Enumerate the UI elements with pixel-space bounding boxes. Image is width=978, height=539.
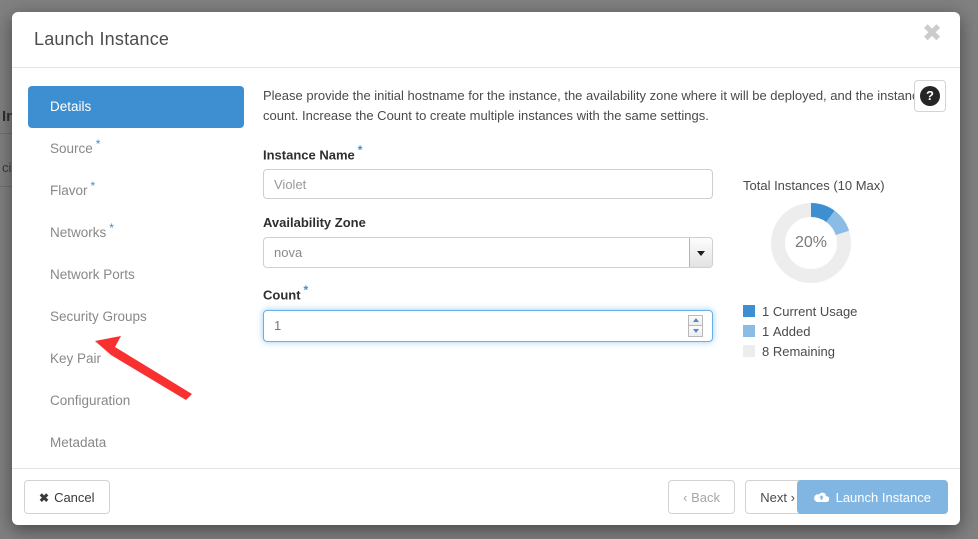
cancel-button[interactable]: ✖ Cancel (24, 480, 110, 514)
sidebar-item-label: Flavor (50, 183, 88, 198)
instance-name-label-text: Instance Name (263, 147, 355, 163)
legend-label: Current Usage (772, 303, 858, 319)
help-button[interactable]: ? (914, 80, 946, 112)
legend-label: Added (772, 323, 811, 339)
sidebar-item-network-ports[interactable]: Network Ports (28, 254, 244, 296)
legend-label: Remaining (772, 343, 836, 359)
back-button-label: Back (691, 489, 720, 505)
legend-swatch-icon (743, 345, 755, 357)
instance-name-input[interactable] (263, 169, 713, 200)
close-icon[interactable]: ✖ (918, 20, 946, 48)
x-icon: ✖ (39, 490, 50, 505)
sidebar-item-security-groups[interactable]: Security Groups (28, 296, 244, 338)
stepper-down-icon[interactable] (688, 325, 703, 337)
modal-body: Details Source * Flavor * Networks * Networ… (12, 68, 960, 468)
availability-zone-label: Availability Zone (263, 215, 366, 231)
sidebar-item-label: Key Pair (50, 351, 102, 366)
count-label: Count * (263, 284, 725, 302)
legend-item-current-usage: 1 Current Usage (743, 301, 953, 321)
instance-name-label: Instance Name * (263, 144, 725, 162)
required-marker: * (357, 143, 363, 157)
stepper-up-icon[interactable] (688, 314, 703, 326)
launch-instance-button[interactable]: Launch Instance (796, 480, 948, 514)
next-button-label: Next (760, 489, 788, 505)
legend-item-added: 1 Added (743, 321, 953, 341)
sidebar-item-label: Metadata (50, 435, 107, 450)
back-button[interactable]: ‹ Back (668, 480, 735, 514)
modal-header: Launch Instance ✖ (12, 12, 960, 68)
count-field-group: Count * (263, 284, 725, 342)
availability-zone-field-group: Availability Zone nova (263, 215, 725, 269)
details-form: Please provide the initial hostname for … (263, 86, 926, 358)
required-marker: * (109, 220, 114, 235)
legend-swatch-icon (743, 305, 755, 317)
sidebar-item-metadata[interactable]: Metadata (28, 422, 244, 464)
intro-text: Please provide the initial hostname for … (263, 88, 926, 123)
sidebar-item-label: Networks (50, 225, 107, 240)
launch-instance-modal: Launch Instance ✖ Details Source * Flavor… (12, 12, 960, 525)
sidebar-item-label: Network Ports (50, 267, 135, 282)
sidebar-item-label: Configuration (50, 393, 131, 408)
required-marker: * (95, 136, 101, 151)
sidebar-item-label: Details (50, 99, 92, 114)
modal-footer: ✖ Cancel ‹ Back Next › Launch Instance (12, 468, 960, 524)
chart-title: Total Instances (10 Max) (743, 178, 885, 193)
count-input-wrap (263, 309, 713, 342)
sidebar-item-flavor[interactable]: Flavor * (28, 170, 244, 212)
instance-name-field-group: Instance Name * (263, 144, 725, 200)
chart-legend: 1 Current Usage 1 Added 8 Remaining (743, 301, 953, 361)
legend-value: 1 (762, 323, 770, 339)
donut-chart: 20% (767, 199, 855, 287)
sidebar-item-key-pair[interactable]: Key Pair (28, 338, 244, 380)
quantity-stepper (688, 314, 703, 337)
legend-value: 8 (762, 343, 770, 359)
wizard-nav: Details Source * Flavor * Networks * Networ… (28, 86, 244, 464)
sidebar-item-details[interactable]: Details (28, 86, 244, 128)
cloud-upload-icon (813, 492, 829, 502)
sidebar-item-configuration[interactable]: Configuration (28, 380, 244, 422)
question-mark-icon: ? (920, 86, 940, 106)
sidebar-item-source[interactable]: Source * (28, 128, 244, 170)
required-marker: * (90, 178, 96, 193)
legend-swatch-icon (743, 325, 755, 337)
chevron-right-icon: › (790, 489, 795, 505)
page-title: Launch Instance (34, 29, 170, 49)
donut-center-label: 20% (794, 234, 828, 251)
launch-instance-button-label: Launch Instance (835, 489, 931, 505)
sidebar-item-networks[interactable]: Networks * (28, 212, 244, 254)
required-marker: * (303, 283, 309, 298)
chevron-left-icon: ‹ (683, 489, 688, 505)
count-label-text: Count (263, 287, 301, 303)
count-input[interactable] (263, 309, 713, 342)
total-instances-chart: Total Instances (10 Max) 20% 1 Current U… (743, 178, 953, 361)
sidebar-item-label: Security Groups (50, 309, 147, 324)
availability-zone-select[interactable]: nova (263, 237, 713, 269)
legend-item-remaining: 8 Remaining (743, 341, 953, 361)
cancel-button-label: Cancel (54, 489, 95, 505)
sidebar-item-label: Source (50, 141, 93, 156)
availability-zone-select-wrap: nova (263, 237, 713, 269)
legend-value: 1 (762, 303, 770, 319)
